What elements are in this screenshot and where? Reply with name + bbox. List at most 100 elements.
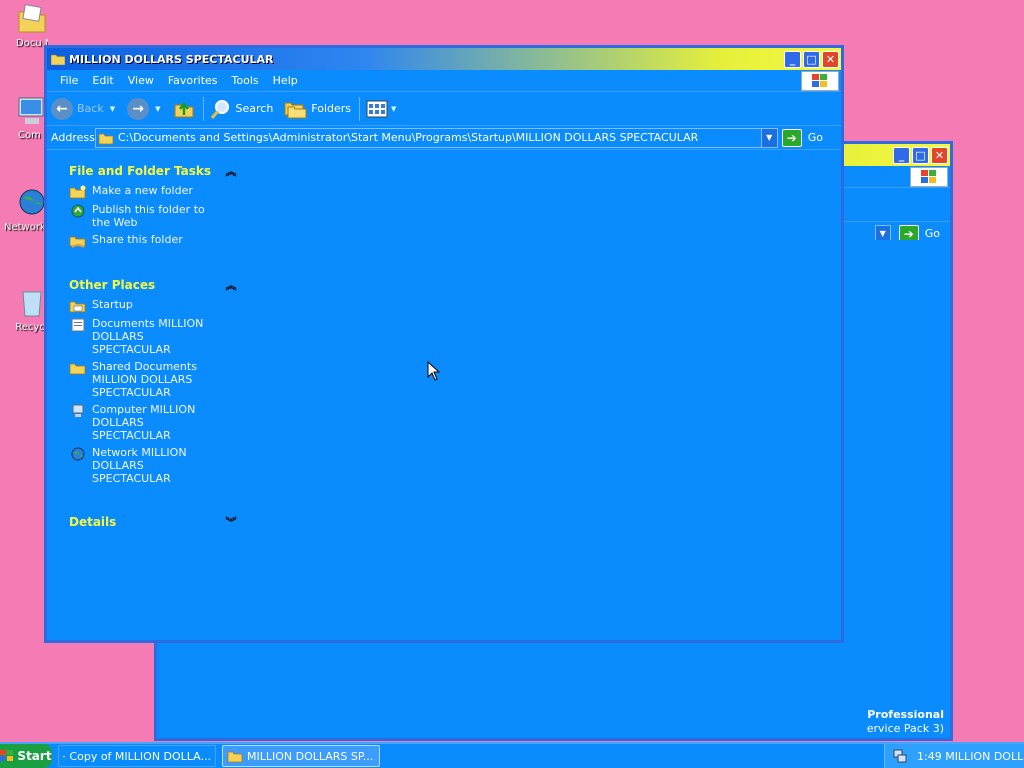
go-label: Go — [807, 131, 823, 144]
back-label: Back — [77, 102, 104, 115]
chevron-down-icon[interactable]: ︾ — [223, 514, 239, 530]
place-computer[interactable]: Computer MILLION DOLLARS SPECTACULAR — [69, 403, 239, 442]
computer-icon — [72, 404, 84, 417]
task-publish-to-web[interactable]: Publish this folder to the Web — [69, 203, 239, 229]
start-button[interactable]: Start — [0, 744, 52, 768]
shared-folder-icon — [69, 363, 86, 375]
back-arrow-icon: ← — [51, 97, 73, 120]
toolbar-separator — [202, 96, 204, 121]
taskbar-task[interactable]: Copy of MILLION DOLLA... — [58, 745, 216, 767]
search-icon — [210, 99, 229, 119]
place-network[interactable]: Network MILLION DOLLARS SPECTACULAR — [69, 446, 239, 485]
search-label: Search — [235, 102, 274, 115]
forward-dropdown-icon[interactable]: ▼ — [155, 105, 160, 113]
desktop-icon-computer[interactable]: Com MILLION — [0, 94, 48, 142]
section-title: File and Folder Tasks — [69, 164, 212, 178]
minimize-button[interactable]: _ — [893, 146, 910, 164]
place-label: Network MILLION DOLLARS SPECTACULAR — [92, 446, 187, 485]
menu-edit[interactable]: Edit — [85, 74, 120, 87]
go-label: Go — [924, 227, 940, 240]
publish-web-icon — [71, 204, 85, 218]
section-title: Other Places — [69, 278, 156, 292]
task-label: Publish this folder to the Web — [92, 203, 205, 229]
views-icon — [366, 100, 388, 117]
folder-icon — [227, 751, 243, 762]
views-button[interactable]: ▼ — [366, 100, 402, 118]
chevron-up-icon[interactable]: ︽ — [223, 277, 239, 293]
minimize-button[interactable]: _ — [784, 50, 801, 68]
details-section: Details ︾ — [69, 509, 239, 535]
place-label: Shared Documents MILLION DOLLARS SPECTAC… — [92, 360, 197, 399]
taskbar: Start Copy of MILLION DOLLA... MILLION D… — [0, 742, 1024, 768]
task-label: Share this folder — [92, 233, 183, 246]
taskbar-task-active[interactable]: MILLION DOLLARS SP... — [222, 745, 380, 767]
toolbar: ← Back ▼ → ▼ Search Folders ▼ — [47, 92, 841, 126]
task-make-new-folder[interactable]: Make a new folder — [69, 184, 239, 199]
desktop-icon-recycle-bin[interactable]: Recyc — [0, 286, 48, 334]
folders-label: Folders — [311, 102, 352, 115]
folder-content[interactable]: File and Folder Tasks ︽ Make a new folde… — [47, 150, 841, 640]
maximize-button[interactable]: □ — [803, 50, 820, 68]
up-folder-icon — [174, 101, 193, 117]
address-field[interactable]: C:\Documents and Settings\Administrator\… — [95, 127, 778, 148]
taskbar-task-label: MILLION DOLLARS SP... — [247, 749, 374, 763]
desktop-icon-label: Com MILLION — [18, 130, 48, 141]
windows-logo-icon — [910, 167, 948, 187]
close-button[interactable]: ✕ — [931, 146, 948, 164]
menu-help[interactable]: Help — [266, 74, 305, 87]
place-label: Documents MILLION DOLLARS SPECTACULAR — [92, 317, 204, 356]
system-tray: 1:49 MILLION DOLL — [884, 744, 1024, 768]
other-places-section: Other Places ︽ Startup Documents MILLION… — [69, 272, 239, 485]
toolbar-separator — [359, 96, 361, 121]
views-dropdown-icon[interactable]: ▼ — [391, 105, 396, 113]
chevron-up-icon[interactable]: ︽ — [223, 163, 239, 179]
folder-icon — [98, 133, 114, 144]
windows-logo-icon — [0, 750, 14, 761]
section-title: Details — [69, 515, 117, 529]
title-bar[interactable]: MILLION DOLLARS SPECTACULAR _ □ ✕ — [47, 48, 841, 70]
address-value: C:\Documents and Settings\Administrator\… — [118, 131, 699, 144]
section-header[interactable]: File and Folder Tasks ︽ — [69, 158, 239, 184]
network-tray-icon[interactable] — [893, 749, 907, 763]
taskbar-task-label: Copy of MILLION DOLLA... — [69, 749, 211, 763]
desktop-icon-documents[interactable]: Docu MILLION — [0, 2, 48, 50]
place-label: Computer MILLION DOLLARS SPECTACULAR — [92, 403, 196, 442]
section-header[interactable]: Other Places ︽ — [69, 272, 239, 298]
explorer-window[interactable]: MILLION DOLLARS SPECTACULAR _ □ ✕ File E… — [44, 45, 844, 643]
programs-folder-icon — [69, 301, 86, 313]
up-folder-button[interactable] — [173, 99, 195, 119]
clock[interactable]: 1:49 MILLION DOLL — [917, 750, 1023, 763]
menu-file[interactable]: File — [53, 74, 85, 87]
task-pane: File and Folder Tasks ︽ Make a new folde… — [69, 158, 239, 559]
place-startup[interactable]: Startup — [69, 298, 239, 313]
forward-arrow-icon: → — [127, 97, 150, 120]
folder-icon — [15, 2, 49, 36]
address-dropdown-button[interactable]: ▼ — [760, 128, 777, 147]
network-icon — [71, 447, 85, 461]
desktop-icon-label: Recyc — [15, 322, 45, 333]
close-button[interactable]: ✕ — [822, 50, 839, 68]
section-header[interactable]: Details ︾ — [69, 509, 239, 535]
window-title: MILLION DOLLARS SPECTACULAR — [69, 52, 274, 66]
menu-view[interactable]: View — [121, 74, 161, 87]
place-documents[interactable]: Documents MILLION DOLLARS SPECTACULAR — [69, 317, 239, 356]
task-label: Make a new folder — [92, 184, 193, 197]
task-share-folder[interactable]: Share this folder — [69, 233, 239, 248]
place-shared-documents[interactable]: Shared Documents MILLION DOLLARS SPECTAC… — [69, 360, 239, 399]
search-button[interactable]: Search — [210, 98, 274, 120]
go-arrow-icon: ➔ — [781, 128, 802, 147]
forward-button[interactable]: → ▼ — [127, 97, 166, 120]
back-button[interactable]: ← Back ▼ — [51, 97, 121, 120]
share-folder-icon — [69, 236, 86, 248]
desktop-icon-label: Docu MILLION — [16, 38, 48, 49]
back-dropdown-icon[interactable]: ▼ — [110, 105, 115, 113]
file-folder-tasks-section: File and Folder Tasks ︽ Make a new folde… — [69, 158, 239, 248]
desktop-icon-network[interactable]: Network DOLLAR — [0, 186, 48, 234]
maximize-button[interactable]: □ — [912, 146, 929, 164]
go-button[interactable]: ➔ Go — [781, 128, 823, 147]
folders-button[interactable]: Folders — [283, 99, 351, 119]
menu-favorites[interactable]: Favorites — [161, 74, 225, 87]
place-label: Startup — [92, 298, 133, 311]
menu-tools[interactable]: Tools — [225, 74, 266, 87]
os-watermark-line1: Professional — [867, 708, 944, 721]
